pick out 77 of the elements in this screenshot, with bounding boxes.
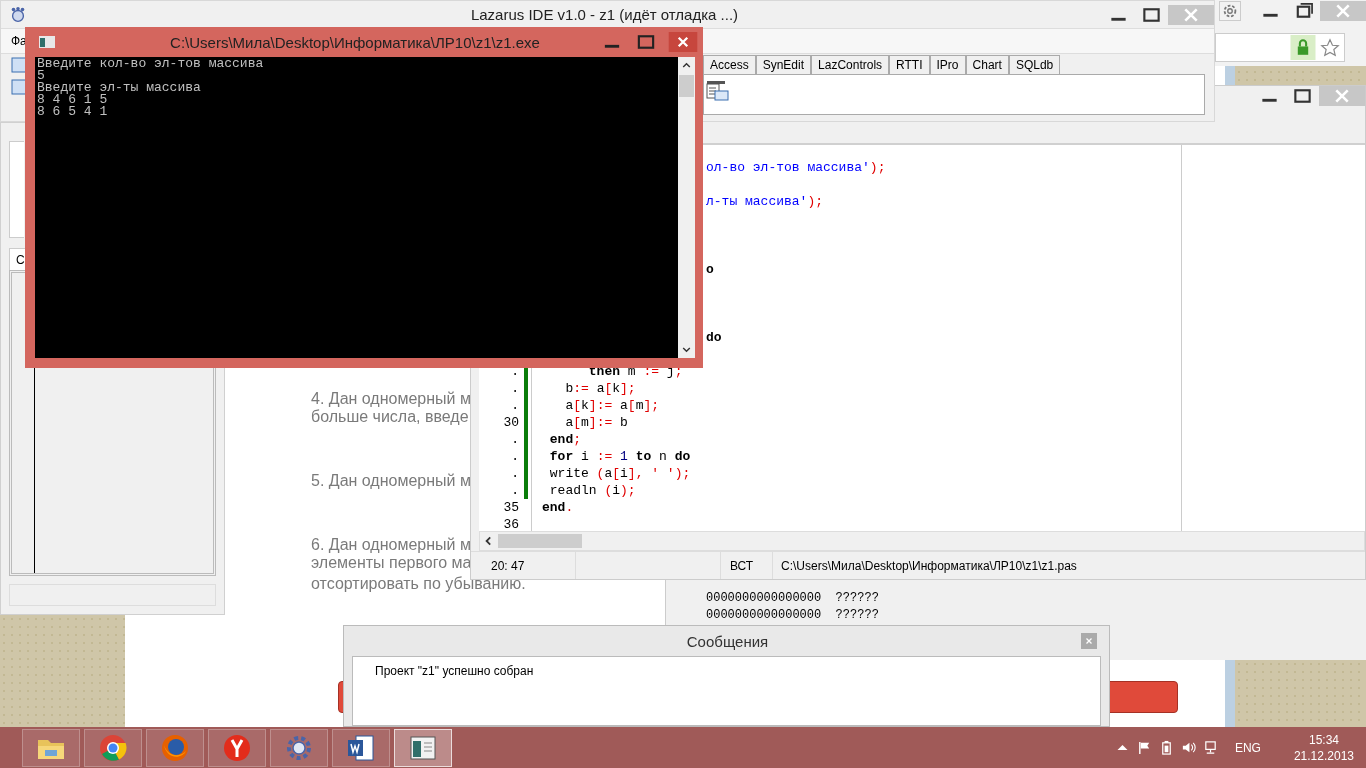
line-number: 30 [502, 414, 520, 431]
line-number: . [510, 431, 520, 448]
message-item[interactable]: Проект "z1" успешно собран [375, 664, 534, 678]
console-line: Введите кол-во эл-тов массива [37, 58, 265, 70]
taskbar-button[interactable] [208, 728, 266, 767]
round-logo-icon [222, 732, 252, 763]
task-text: элементы первого ма [311, 554, 472, 572]
clock-time[interactable]: 15:34 [1308, 731, 1339, 748]
line-number: . [510, 380, 520, 397]
palette-tab[interactable]: Chart [965, 55, 1009, 74]
document-icon [346, 732, 376, 763]
code-line: a[k]:= a[m]; [564, 397, 660, 414]
code-line: do [706, 329, 722, 346]
console-line: 5 [37, 70, 45, 82]
task-text: 5. Дан одномерный м [311, 472, 471, 490]
code-line: a[m]:= b [564, 414, 628, 431]
line-number: 35 [502, 499, 520, 516]
network-icon[interactable] [1202, 740, 1218, 755]
address-field[interactable] [1215, 33, 1345, 62]
star-icon[interactable] [1319, 36, 1341, 59]
code-line: for i := 1 to n do [548, 448, 691, 465]
vertical-scrollbar[interactable] [678, 57, 695, 358]
lock-icon [1290, 35, 1316, 60]
window-title: Сообщения [685, 632, 770, 650]
toolbar-icon[interactable] [11, 79, 27, 95]
palette-tab[interactable]: Access [703, 55, 756, 74]
round-logo-icon [98, 732, 128, 763]
code-line: o [706, 261, 714, 278]
code-line: end; [548, 431, 582, 448]
line-number: 36 [502, 516, 520, 531]
console-line: Введите эл-ты массива [37, 82, 202, 94]
assembler-line: 0000000000000000 ?????? [706, 607, 880, 624]
code-line: end. [542, 499, 574, 516]
palette-tab[interactable]: SynEdit [755, 55, 812, 74]
line-number: . [510, 448, 520, 465]
taskbar-button[interactable] [22, 728, 80, 767]
scroll-thumb[interactable] [498, 534, 582, 548]
line-number: . [510, 397, 520, 414]
console-icon [39, 36, 55, 48]
speaker-icon[interactable] [1180, 740, 1196, 755]
window-title: Lazarus IDE v1.0 - z1 (идёт отладка ...) [469, 6, 740, 23]
taskbar-button[interactable] [270, 728, 328, 767]
task-text: больше числа, введе [311, 408, 469, 426]
paw-icon [9, 5, 27, 24]
line-number: . [510, 363, 520, 380]
assembler-line: 0000000000000000 ?????? [706, 590, 880, 607]
code-line: b:= a[k]; [564, 380, 636, 397]
language-indicator[interactable]: ENG [1234, 740, 1261, 755]
task-text: 6. Дан одномерный м [311, 536, 471, 554]
taskbar-button[interactable] [332, 728, 390, 767]
line-number: . [510, 465, 520, 482]
clock-date[interactable]: 21.12.2013 [1293, 747, 1354, 764]
scroll-thumb[interactable] [679, 75, 694, 97]
file-path: C:\Users\Мила\Desktop\Информатика\ЛР10\z1\z1.pas [780, 557, 1077, 575]
toolbar-icon[interactable] [11, 57, 27, 73]
component-icon[interactable] [706, 80, 730, 102]
task-text: 4. Дан одномерный м [311, 390, 471, 408]
round-logo-icon [160, 732, 190, 763]
cursor-position: 20: 47 [471, 552, 576, 579]
code-line: ол-во эл-тов массива'); [706, 159, 886, 176]
console-line: 8 6 5 4 1 [37, 106, 109, 118]
palette-tab[interactable]: RTTI [889, 55, 930, 74]
insert-mode: ВСТ [721, 552, 773, 579]
code-line: readln (i); [548, 482, 636, 499]
taskbar-button[interactable] [84, 728, 142, 767]
window-title: C:\Users\Мила\Desktop\Информатика\ЛР10\z1\z1.exe [169, 33, 541, 51]
palette-tab[interactable]: LazControls [811, 55, 890, 74]
palette-tab[interactable]: SQLdb [1008, 55, 1061, 74]
flag-icon[interactable] [1136, 740, 1152, 755]
console-line: 8 4 6 1 5 [37, 94, 109, 106]
palette-tab[interactable]: IPro [929, 55, 966, 74]
horizontal-scrollbar[interactable] [479, 531, 1365, 551]
code-line: write (a[i], ' '); [548, 465, 691, 482]
settings-icon[interactable] [1219, 1, 1241, 21]
line-number: . [510, 482, 520, 499]
taskbar-button[interactable] [394, 728, 452, 767]
code-line: л-ты массива'); [706, 193, 824, 210]
